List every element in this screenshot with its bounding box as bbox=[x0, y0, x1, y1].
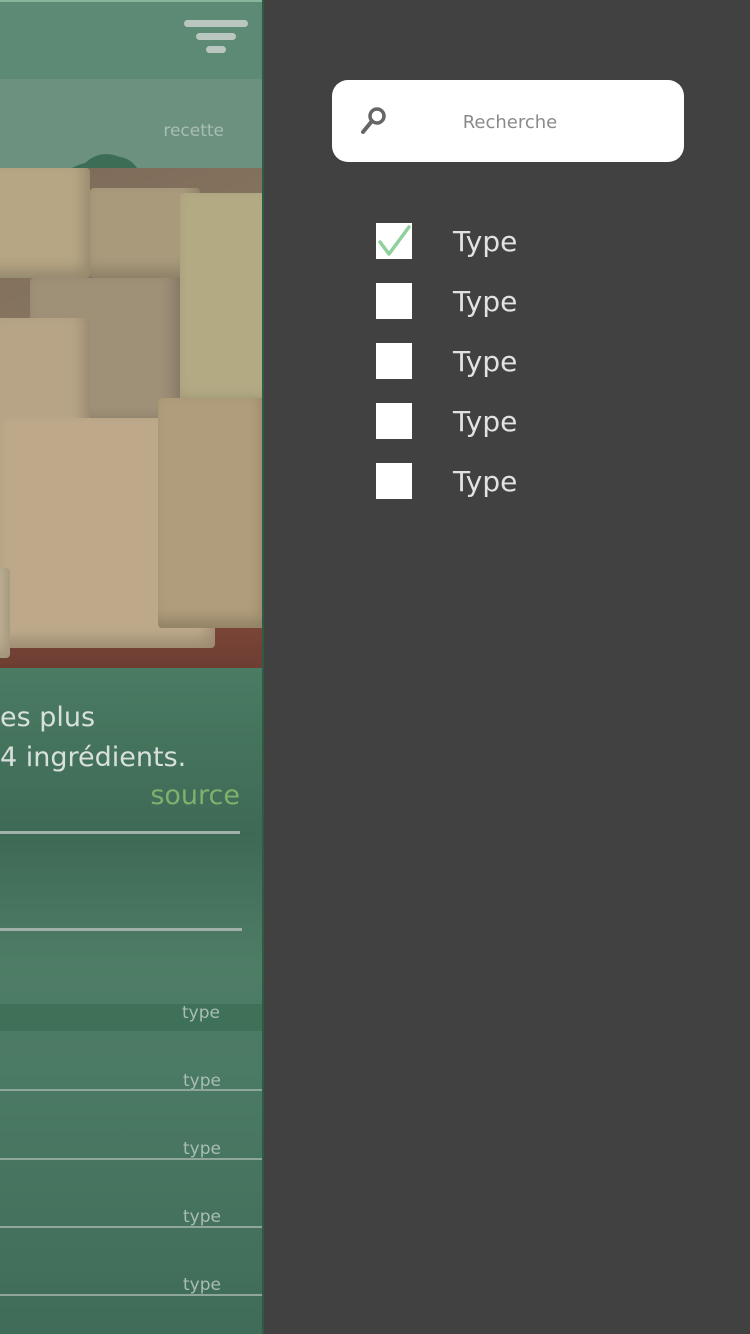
row-divider bbox=[0, 1089, 264, 1091]
description-line-2: 4 ingrédients. bbox=[0, 742, 187, 773]
type-option-label: Type bbox=[453, 464, 518, 498]
check-icon bbox=[378, 225, 411, 256]
filter-icon[interactable] bbox=[184, 20, 250, 56]
underlying-page: recette es plus 4 ingrédients. source ty… bbox=[0, 0, 264, 1334]
type-list-header bbox=[0, 1004, 264, 1031]
type-option[interactable]: Type bbox=[376, 402, 517, 440]
type-option[interactable]: Type bbox=[376, 342, 517, 380]
top-bar bbox=[0, 0, 264, 79]
type-list-item[interactable]: type bbox=[160, 1003, 220, 1023]
type-list-item[interactable]: type bbox=[161, 1275, 221, 1295]
description-line-1: es plus bbox=[0, 702, 96, 733]
checkbox[interactable] bbox=[376, 463, 412, 499]
divider-line bbox=[0, 831, 240, 834]
type-option-label: Type bbox=[453, 344, 518, 378]
row-divider bbox=[0, 1158, 264, 1160]
recipe-description: es plus 4 ingrédients. bbox=[0, 698, 186, 778]
drawer-edge bbox=[262, 0, 264, 1334]
search-icon bbox=[361, 107, 386, 134]
type-option[interactable]: Type bbox=[376, 222, 517, 260]
type-list-item[interactable]: type bbox=[161, 1207, 221, 1227]
row-divider bbox=[0, 1226, 264, 1228]
checkbox[interactable] bbox=[376, 283, 412, 319]
recipe-header: recette bbox=[0, 79, 264, 168]
checkbox[interactable] bbox=[376, 403, 412, 439]
recipe-label: recette bbox=[163, 121, 224, 141]
type-list-item[interactable]: type bbox=[161, 1071, 221, 1091]
source-link[interactable]: source bbox=[150, 780, 240, 811]
mountain-logo bbox=[71, 154, 138, 168]
search-box[interactable] bbox=[332, 80, 684, 164]
type-list-item[interactable]: type bbox=[161, 1139, 221, 1159]
row-divider bbox=[0, 1294, 264, 1296]
checkbox[interactable] bbox=[376, 343, 412, 379]
search-input[interactable] bbox=[402, 80, 618, 164]
type-option[interactable]: Type bbox=[376, 462, 517, 500]
type-option-label: Type bbox=[453, 404, 518, 438]
type-option[interactable]: Type bbox=[376, 282, 517, 320]
checkbox-checked[interactable] bbox=[376, 223, 412, 259]
divider-line bbox=[0, 928, 242, 931]
type-option-label: Type bbox=[453, 224, 518, 258]
soap-photo bbox=[0, 168, 264, 668]
type-option-label: Type bbox=[453, 284, 518, 318]
